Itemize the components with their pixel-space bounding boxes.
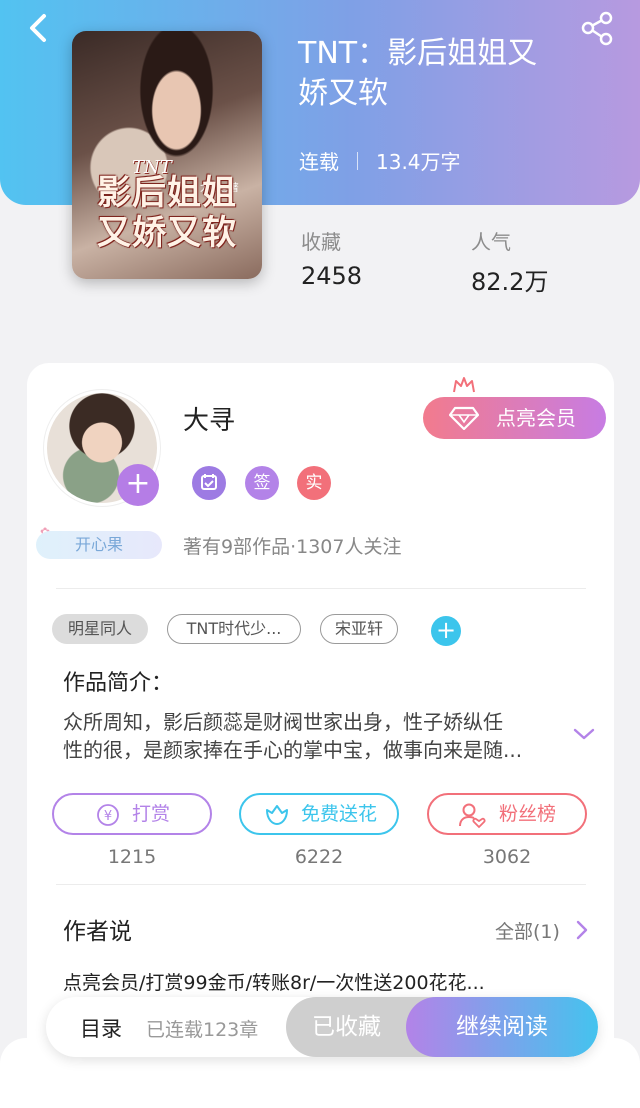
fans-count: 3062 [482, 846, 532, 868]
back-button[interactable] [18, 8, 58, 48]
fans-ranking-label: 粉丝榜 [499, 803, 557, 825]
popularity-label: 人气 [471, 230, 511, 254]
section-divider [56, 884, 586, 885]
meta-divider [357, 151, 358, 170]
vip-button-label: 点亮会员 [496, 406, 576, 430]
mood-badge: 开心果 [36, 531, 162, 559]
flower-icon [266, 805, 288, 825]
author-says-title: 作者说 [63, 919, 132, 945]
continue-reading-button[interactable]: 继续阅读 [406, 997, 598, 1057]
user-heart-icon [459, 803, 486, 829]
word-count: 13.4万字 [376, 150, 461, 174]
light-up-vip-button[interactable]: 点亮会员 [423, 397, 606, 439]
cover-art-title-line1: 影后姐姐 [97, 173, 237, 213]
verified-badge[interactable]: 实 [297, 466, 331, 500]
book-title-line2: 娇又软 [298, 76, 388, 111]
chevron-right-icon[interactable] [574, 918, 590, 942]
cover-art-title-line2: 又娇又软 [97, 213, 237, 253]
favorites-value: 2458 [301, 262, 363, 290]
favorites-label: 收藏 [301, 230, 341, 254]
crown-icon [453, 377, 475, 393]
tag-item[interactable]: 宋亚轩 [320, 614, 398, 644]
intro-line: 众所周知，影后颜蕊是财阀世家出身，性子娇纵任 [63, 710, 503, 734]
author-works-summary: 著有9部作品·1307人关注 [183, 536, 402, 558]
yen-coin-icon: ¥ [97, 804, 119, 826]
free-flower-label: 免费送花 [301, 803, 378, 825]
reward-label: 打赏 [132, 803, 171, 825]
section-divider [56, 588, 586, 589]
intro-text[interactable]: 众所周知，影后颜蕊是财阀世家出身，性子娇纵任 性的很，是颜家捧在手心的掌中宝，做… [63, 708, 563, 764]
chevron-down-icon[interactable] [570, 722, 598, 746]
signed-badge[interactable]: 签 [245, 466, 279, 500]
popularity-value: 82.2万 [471, 268, 549, 296]
reward-count: 1215 [107, 846, 157, 868]
chevron-left-icon [30, 14, 46, 42]
book-cover[interactable]: TNT 大寻◎著 影后姐姐 又娇又软 [72, 31, 262, 279]
svg-text:¥: ¥ [104, 809, 112, 824]
author-says-text[interactable]: 点亮会员/打赏99金币/转账8r/一次性送200花花... [63, 968, 485, 995]
calendar-icon [201, 474, 217, 490]
intro-title: 作品简介： [63, 671, 174, 696]
author-says-all-link[interactable]: 全部(1) [495, 917, 560, 944]
flower-count: 6222 [294, 846, 344, 868]
calendar-badge-icon[interactable] [192, 466, 226, 500]
status-label: 连载 [299, 150, 339, 174]
tag-item[interactable]: TNT时代少... [167, 614, 301, 644]
author-name[interactable]: 大寻 [183, 400, 235, 437]
diamond-icon [449, 406, 479, 430]
collected-label: 已收藏 [312, 1014, 381, 1040]
intro-line: 性的很，是颜家捧在手心的掌中宝，做事向来是随... [63, 738, 523, 762]
cover-art-title: 影后姐姐 又娇又软 [72, 173, 262, 253]
tag-item[interactable]: 明星同人 [52, 614, 148, 644]
add-tag-button[interactable]: + [431, 616, 461, 646]
fans-ranking-button[interactable]: 粉丝榜 [427, 793, 587, 835]
free-flower-button[interactable]: 免费送花 [239, 793, 399, 835]
reward-button[interactable]: ¥ 打赏 [52, 793, 212, 835]
book-meta: 连载 13.4万字 [299, 146, 461, 175]
chapter-progress: 已连载123章 [146, 1019, 259, 1041]
book-title: TNT：影后姐姐又 娇又软 [298, 34, 598, 114]
table-of-contents-button[interactable]: 目录 [80, 1013, 122, 1043]
follow-author-button[interactable]: + [117, 464, 159, 506]
bottom-action-bar: 目录 已连载123章 已收藏 继续阅读 [46, 997, 598, 1057]
book-title-line1: TNT：影后姐姐又 [298, 36, 538, 71]
